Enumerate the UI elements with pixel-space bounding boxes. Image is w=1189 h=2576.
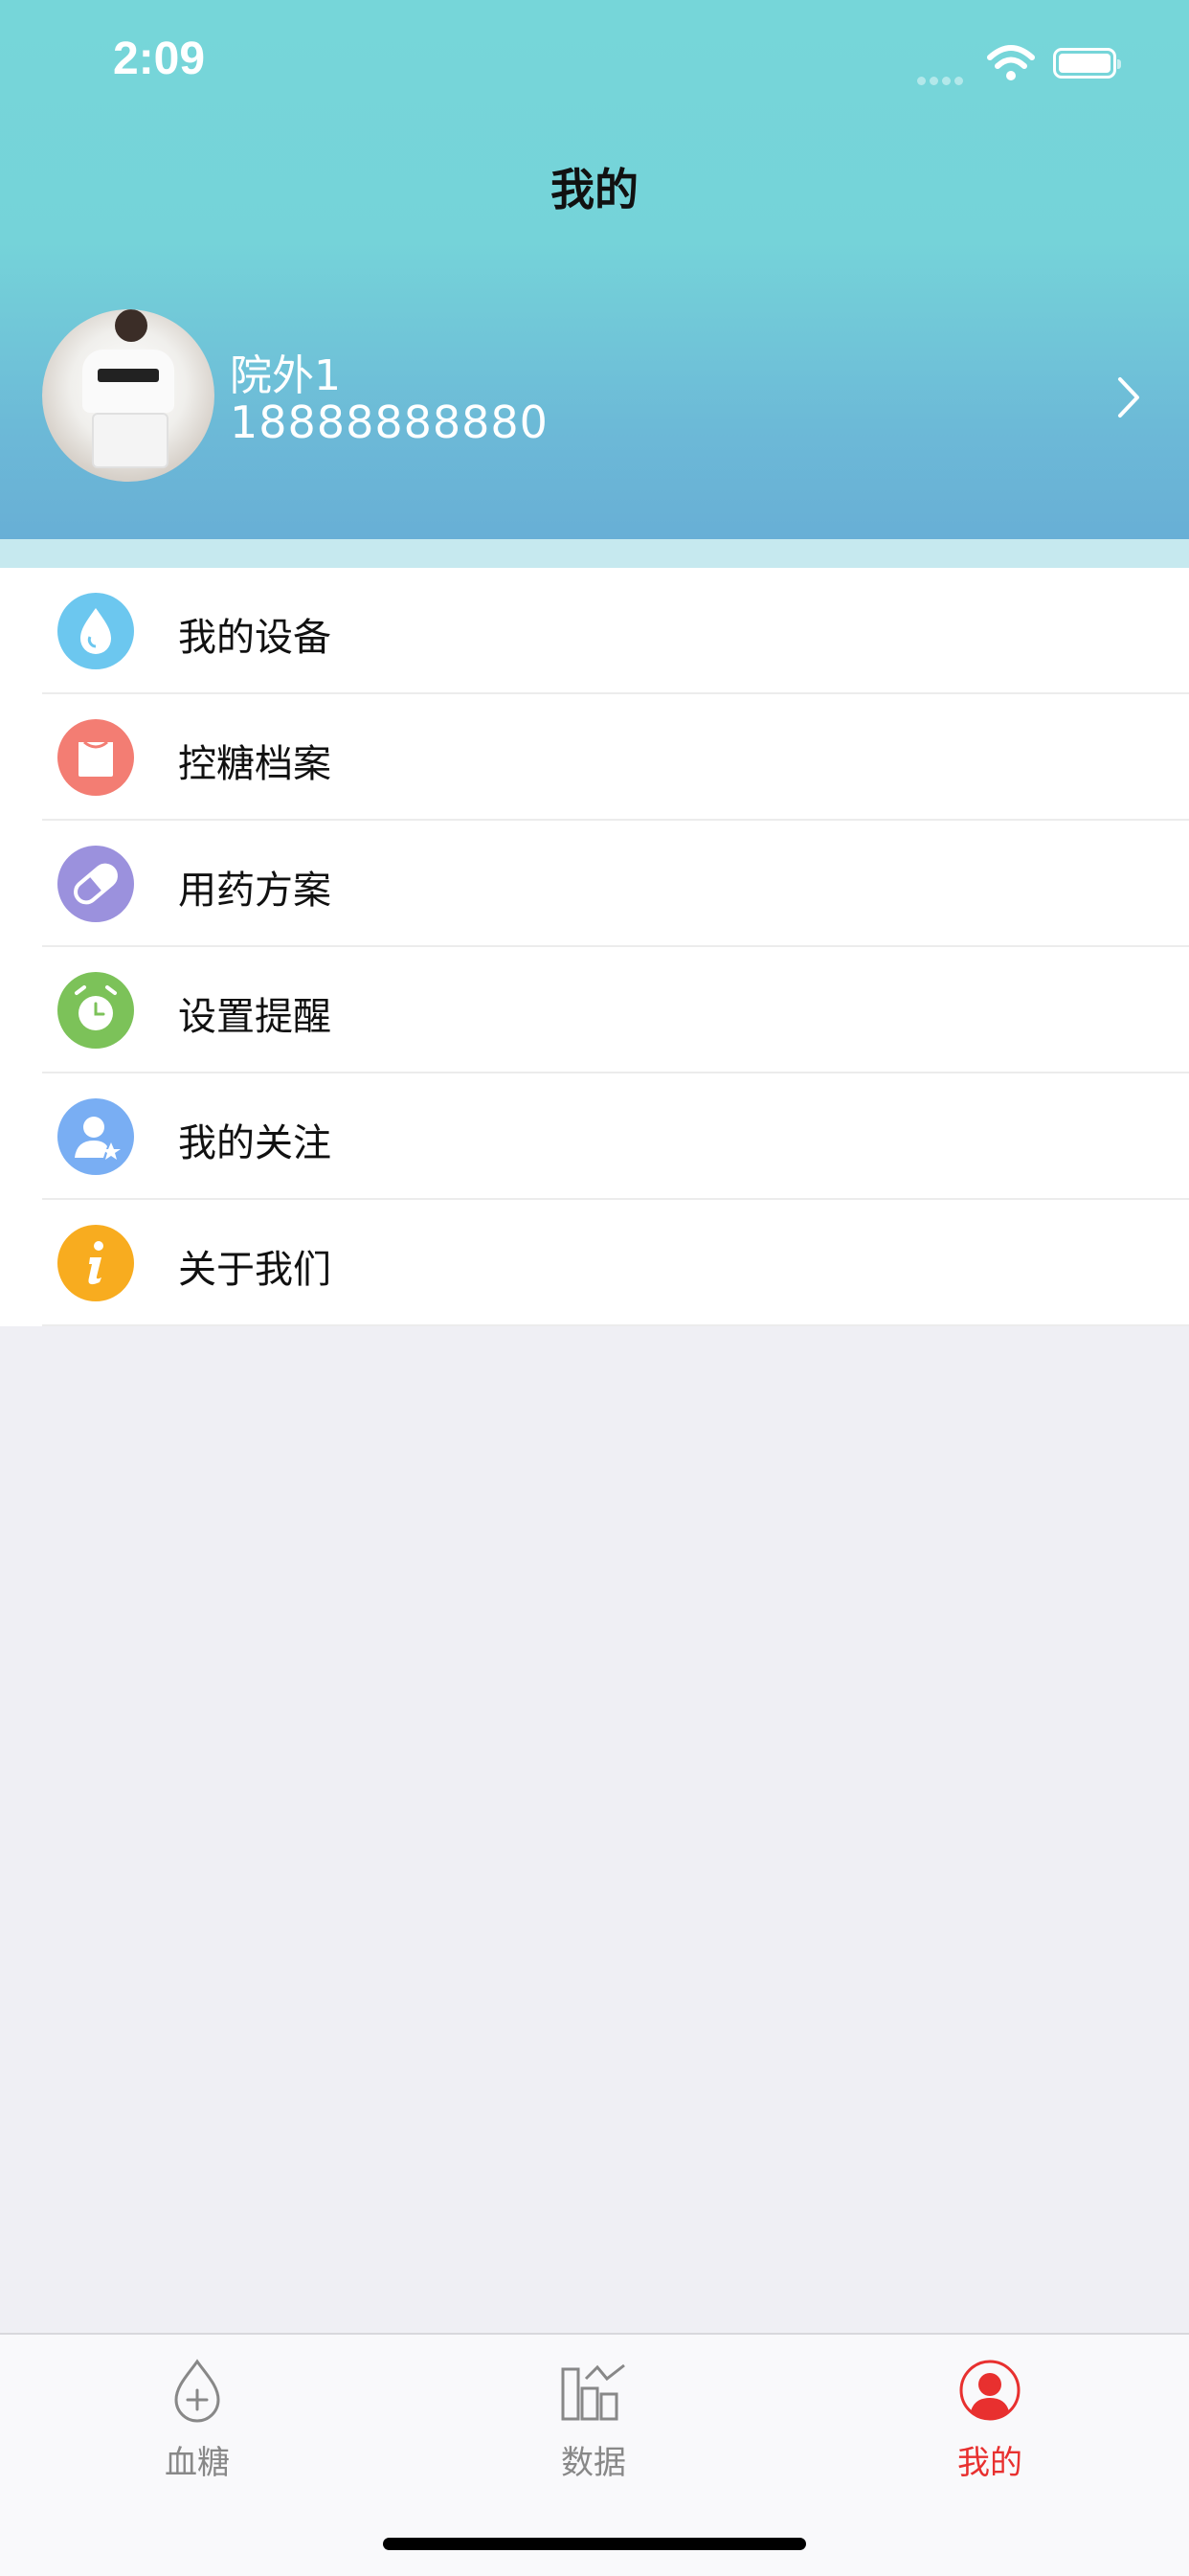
drop-plus-icon bbox=[174, 2359, 220, 2423]
settings-menu: 我的设备 控糖档案 用药方案 设置提醒 我的关注 关于我们 bbox=[0, 568, 1189, 1326]
menu-item-my-devices[interactable]: 我的设备 bbox=[0, 568, 1189, 694]
tab-label: 我的 bbox=[957, 2444, 1022, 2482]
tab-mine[interactable]: 我的 bbox=[894, 2354, 1086, 2483]
info-icon bbox=[57, 1225, 134, 1301]
bar-chart-icon bbox=[561, 2363, 625, 2421]
menu-item-label: 我的设备 bbox=[178, 616, 331, 660]
water-drop-icon bbox=[57, 593, 134, 669]
alarm-clock-icon bbox=[57, 972, 134, 1049]
wifi-icon bbox=[987, 45, 1035, 80]
header-divider-strip bbox=[0, 539, 1189, 568]
menu-item-my-follows[interactable]: 我的关注 bbox=[0, 1073, 1189, 1200]
status-time: 2:09 bbox=[113, 34, 206, 84]
menu-item-glucose-records[interactable]: 控糖档案 bbox=[0, 694, 1189, 821]
user-name: 院外1 bbox=[230, 351, 341, 400]
menu-item-label: 关于我们 bbox=[178, 1248, 331, 1292]
menu-item-about-us[interactable]: 关于我们 bbox=[0, 1200, 1189, 1326]
menu-item-medication-plan[interactable]: 用药方案 bbox=[0, 821, 1189, 947]
folder-icon bbox=[57, 719, 134, 796]
tab-label: 血糖 bbox=[165, 2444, 230, 2482]
pill-icon bbox=[57, 846, 134, 922]
tab-blood-glucose[interactable]: 血糖 bbox=[101, 2354, 293, 2483]
menu-item-label: 控糖档案 bbox=[178, 742, 331, 786]
menu-item-label: 设置提醒 bbox=[178, 995, 331, 1039]
page-title: 我的 bbox=[550, 164, 639, 215]
menu-item-set-reminder[interactable]: 设置提醒 bbox=[0, 947, 1189, 1073]
home-indicator[interactable] bbox=[383, 2538, 806, 2550]
avatar[interactable] bbox=[42, 309, 214, 482]
user-star-icon bbox=[57, 1098, 134, 1175]
user-phone: 18888888880 bbox=[230, 396, 549, 448]
menu-item-label: 用药方案 bbox=[178, 869, 331, 913]
tab-label: 数据 bbox=[561, 2444, 626, 2482]
profile-header: 2:09 我的 院外1 18888888880 bbox=[0, 0, 1189, 539]
profile-card[interactable]: 院外1 18888888880 bbox=[0, 306, 1189, 488]
menu-item-label: 我的关注 bbox=[178, 1121, 331, 1165]
chevron-right-icon[interactable] bbox=[1109, 373, 1147, 421]
battery-icon bbox=[1053, 48, 1121, 79]
tab-data[interactable]: 数据 bbox=[498, 2354, 689, 2483]
user-circle-icon bbox=[959, 2360, 1021, 2421]
signal-icon bbox=[917, 71, 967, 89]
